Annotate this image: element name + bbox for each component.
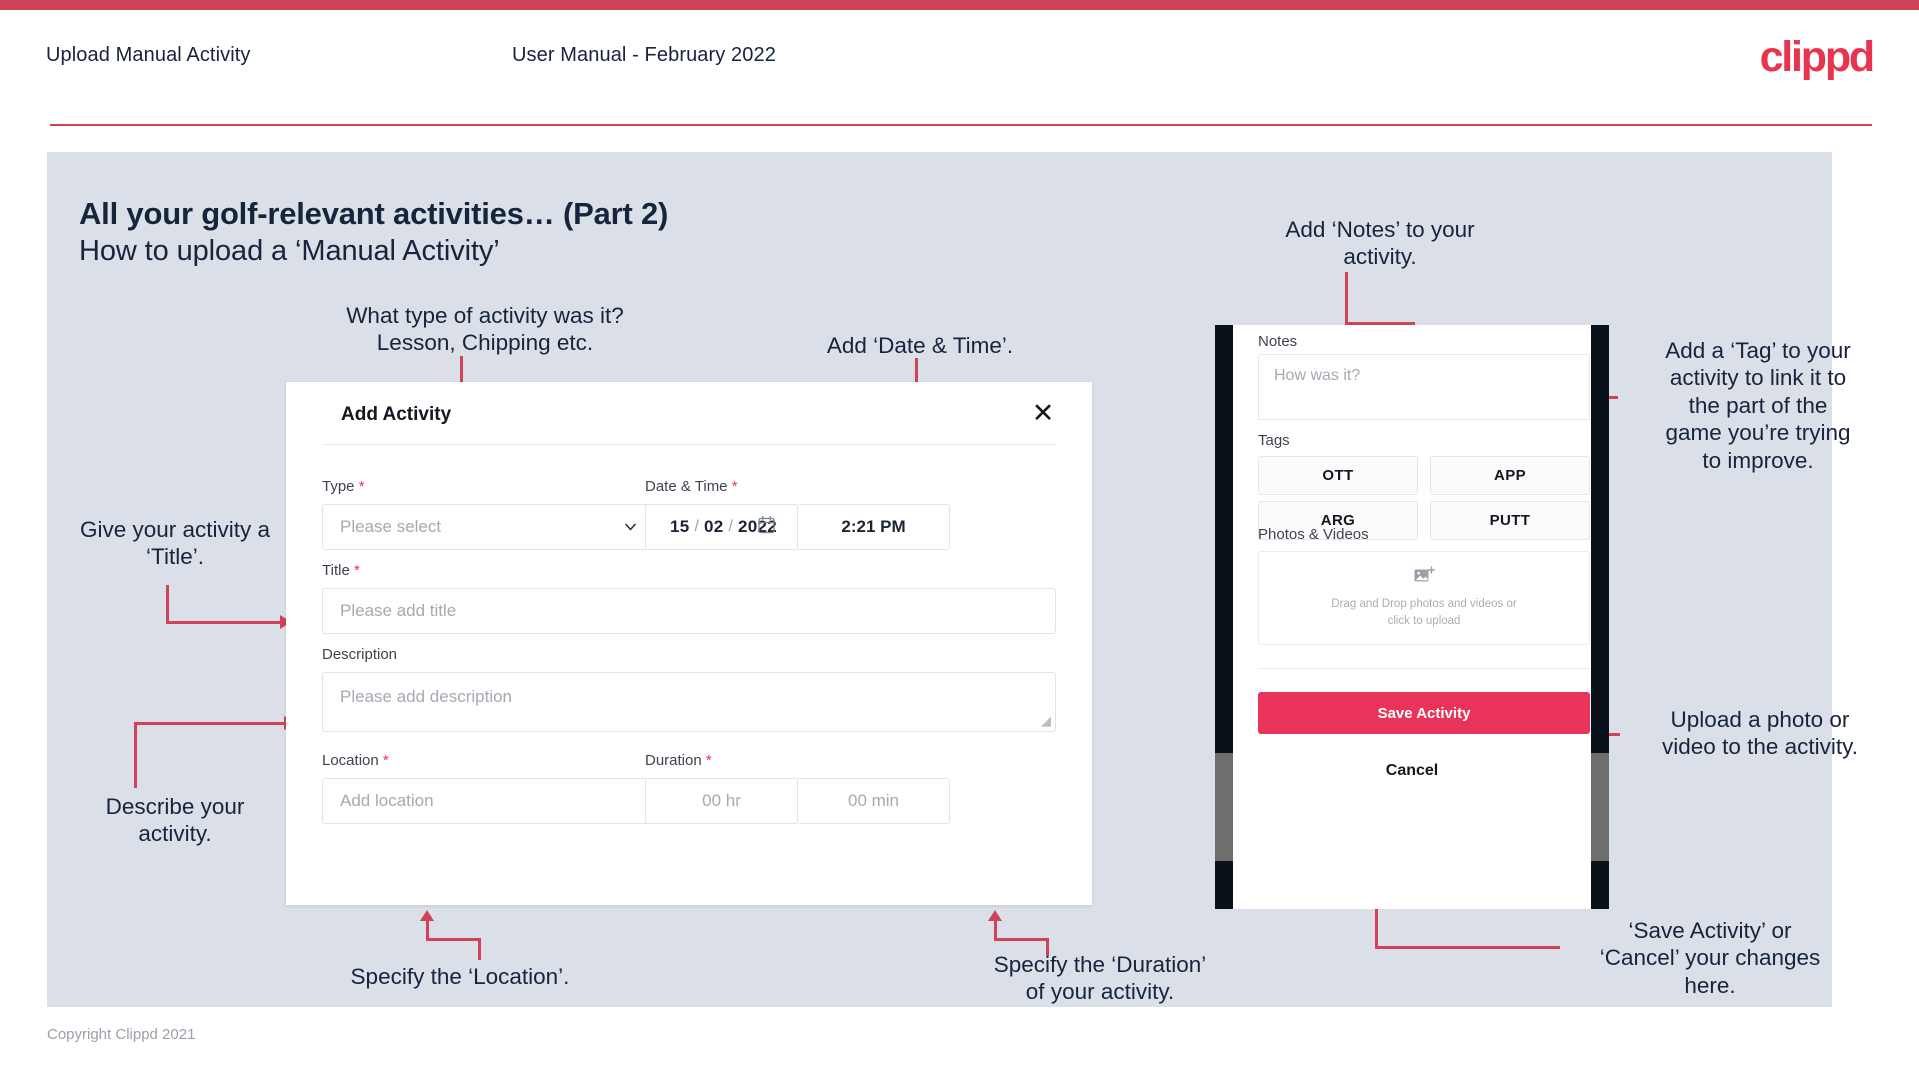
title-label-text: Title [322, 562, 350, 579]
phone-divider [1258, 668, 1590, 669]
phone-bezel-left-accent [1215, 753, 1233, 861]
connector-desc-v [134, 722, 137, 788]
type-placeholder: Please select [340, 517, 442, 536]
description-textarea[interactable]: Please add description ◢ [322, 672, 1056, 732]
time-value: 2:21 PM [841, 517, 906, 536]
date-month: 02 [703, 517, 724, 536]
connector-save-h [1375, 946, 1560, 949]
annotation-type: What type of activity was it? Lesson, Ch… [346, 303, 624, 356]
description-label-text: Description [322, 646, 398, 663]
connector-notes-v1 [1345, 272, 1348, 325]
title-placeholder: Please add title [340, 601, 457, 620]
notes-textarea[interactable]: How was it? [1258, 354, 1590, 420]
connector-dur-arrow [988, 910, 1002, 921]
connector-dur-v2 [1046, 938, 1049, 956]
connector-title-h [166, 621, 282, 624]
date-time-label: Date & Time * [645, 478, 738, 495]
upload-instructions: Drag and Drop photos and videos or click… [1331, 597, 1517, 627]
annotation-location: Specify the ‘Location’. [350, 964, 570, 989]
annotation-save-cancel: ‘Save Activity’ or ‘Cancel’ your changes… [1599, 918, 1821, 998]
title-required-marker: * [353, 562, 360, 579]
annotation-notes: Add ‘Notes’ to your activity. [1285, 217, 1475, 270]
location-label: Location * [322, 752, 389, 769]
location-placeholder: Add location [340, 791, 434, 810]
duration-hours-input[interactable]: 00 hr [645, 778, 798, 824]
duration-hours-placeholder: 00 hr [702, 791, 741, 810]
phone-mockup: Notes How was it? Tags OTT APP ARG PUTT … [1215, 325, 1609, 909]
dialog-header: Add Activity ✕ [286, 382, 1092, 444]
annotation-description: Describe your activity. [105, 794, 245, 847]
notes-placeholder: How was it? [1274, 367, 1361, 384]
cancel-button[interactable]: Cancel [1233, 757, 1591, 785]
connector-desc-h [134, 722, 286, 725]
connector-dur-v1 [994, 921, 997, 940]
close-icon[interactable]: ✕ [1026, 396, 1060, 430]
add-image-icon [1414, 566, 1435, 590]
duration-required-marker: * [705, 752, 712, 769]
chevron-down-icon [624, 521, 637, 534]
connector-loc-v2 [478, 938, 481, 960]
duration-minutes-input[interactable]: 00 min [797, 778, 950, 824]
dialog-divider [322, 444, 1056, 445]
tag-button-ott[interactable]: OTT [1258, 456, 1418, 495]
duration-label-text: Duration [645, 752, 702, 769]
annotation-tags: Add a ‘Tag’ to your activity to link it … [1665, 338, 1851, 473]
slide-heading: All your golf-relevant activities… (Part… [79, 196, 669, 231]
connector-loc-arrow [420, 910, 434, 921]
save-activity-button[interactable]: Save Activity [1258, 692, 1590, 734]
location-required-marker: * [382, 752, 389, 769]
date-sep-1: / [694, 518, 699, 535]
connector-loc-v1 [426, 921, 429, 940]
connector-title-v [166, 585, 169, 624]
phone-bezel-right [1591, 325, 1609, 909]
phone-bezel-right-accent [1591, 753, 1609, 861]
footer-copyright: Copyright Clippd 2021 [47, 1026, 196, 1043]
title-label: Title * [322, 562, 360, 579]
tags-label: Tags [1258, 432, 1290, 449]
annotation-date-time: Add ‘Date & Time’. [826, 333, 1014, 358]
clippd-logo: clippd [1759, 33, 1876, 81]
top-accent-bar [0, 0, 1919, 10]
annotation-duration: Specify the ‘Duration’ of your activity. [993, 952, 1207, 1005]
type-label: Type * [322, 478, 365, 495]
calendar-icon[interactable] [758, 515, 775, 539]
title-input[interactable]: Please add title [322, 588, 1056, 634]
tag-button-app[interactable]: APP [1430, 456, 1590, 495]
description-placeholder: Please add description [340, 687, 513, 706]
type-label-text: Type [322, 478, 355, 495]
phone-bezel-left [1215, 325, 1233, 909]
slide-subheading: How to upload a ‘Manual Activity’ [79, 235, 500, 267]
resize-handle-icon[interactable]: ◢ [1041, 713, 1051, 729]
phone-screen: Notes How was it? Tags OTT APP ARG PUTT … [1233, 325, 1591, 909]
add-activity-dialog: Add Activity ✕ Type * Please select Date… [286, 382, 1092, 905]
tag-button-putt[interactable]: PUTT [1430, 501, 1590, 540]
header-divider [50, 124, 1872, 126]
page-title: Upload Manual Activity [46, 44, 251, 66]
location-label-text: Location [322, 752, 379, 769]
location-input[interactable]: Add location [322, 778, 656, 824]
type-required-marker: * [358, 478, 365, 495]
description-label: Description [322, 646, 397, 663]
date-input[interactable]: 15 / 02 / 2022 [645, 504, 798, 550]
annotation-upload: Upload a photo or video to the activity. [1662, 707, 1858, 760]
date-time-required-marker: * [731, 478, 738, 495]
duration-label: Duration * [645, 752, 712, 769]
photos-videos-label: Photos & Videos [1258, 526, 1369, 543]
annotation-title: Give your activity a ‘Title’. [79, 517, 271, 570]
duration-minutes-placeholder: 00 min [847, 791, 900, 810]
date-sep-2: / [728, 518, 733, 535]
dialog-title: Add Activity [341, 404, 452, 425]
notes-label: Notes [1258, 333, 1298, 350]
type-select[interactable]: Please select [322, 504, 656, 550]
header-subtitle: User Manual - February 2022 [512, 44, 776, 66]
date-day: 15 [670, 517, 690, 536]
date-time-label-text: Date & Time [645, 478, 728, 495]
connector-loc-h [426, 938, 481, 941]
photo-upload-dropzone[interactable]: Drag and Drop photos and videos or click… [1258, 551, 1590, 645]
connector-dur-h [994, 938, 1049, 941]
time-input[interactable]: 2:21 PM [797, 504, 950, 550]
slide-root: Upload Manual Activity User Manual - Feb… [0, 0, 1919, 1079]
